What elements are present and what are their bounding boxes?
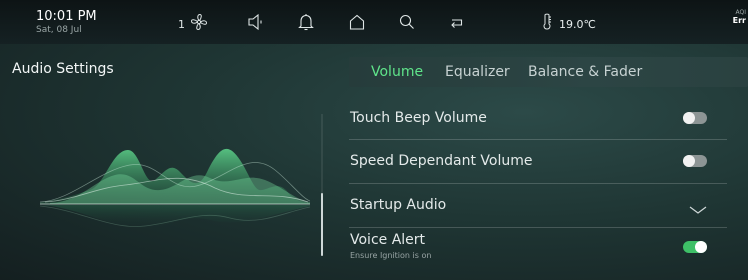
tab-volume[interactable]: Volume xyxy=(371,64,423,80)
setting-row-voice-alert[interactable]: Voice Alert Ensure Ignition is on xyxy=(349,228,724,272)
audio-waveform-illustration xyxy=(39,140,311,245)
status-bar: 10:01 PM Sat, 08 Jul 1 19.0℃ AQI Err xyxy=(0,0,748,44)
home-icon[interactable] xyxy=(347,12,367,32)
fan-speed-value: 1 xyxy=(178,17,185,31)
tab-bar: Volume Equalizer Balance & Fader xyxy=(349,57,748,87)
chevron-down-icon[interactable] xyxy=(689,200,707,214)
setting-sublabel: Ensure Ignition is on xyxy=(350,251,432,260)
setting-label: Voice Alert xyxy=(350,232,426,248)
temperature-value: 19.0℃ xyxy=(559,17,596,31)
setting-label: Speed Dependant Volume xyxy=(350,153,533,169)
speaker-icon[interactable] xyxy=(246,12,266,32)
clock-date: Sat, 08 Jul xyxy=(36,25,82,35)
return-icon[interactable] xyxy=(447,12,467,32)
bell-icon[interactable] xyxy=(296,12,316,32)
setting-row-touch-beep-volume[interactable]: Touch Beep Volume xyxy=(349,96,727,140)
aqi-label: AQI xyxy=(735,9,747,16)
setting-label: Touch Beep Volume xyxy=(350,110,487,126)
fan-icon xyxy=(189,12,209,36)
speed-dependant-volume-toggle[interactable] xyxy=(683,155,707,167)
aqi-value: Err xyxy=(732,16,746,25)
fan-control[interactable]: 1 xyxy=(178,12,209,36)
search-icon[interactable] xyxy=(397,12,417,32)
scroll-thumb[interactable] xyxy=(321,193,323,256)
clock-time: 10:01 PM xyxy=(36,9,97,24)
setting-row-startup-audio[interactable]: Startup Audio xyxy=(349,184,727,228)
setting-label: Startup Audio xyxy=(350,197,447,213)
aqi-indicator: AQI Err xyxy=(726,9,746,25)
touch-beep-toggle[interactable] xyxy=(683,112,707,124)
tab-balance-fader[interactable]: Balance & Fader xyxy=(528,64,642,80)
tab-equalizer[interactable]: Equalizer xyxy=(445,64,510,80)
page-title: Audio Settings xyxy=(12,61,114,77)
setting-row-speed-dependant-volume[interactable]: Speed Dependant Volume xyxy=(349,140,727,184)
cabin-temperature[interactable]: 19.0℃ xyxy=(541,12,596,36)
thermometer-icon xyxy=(541,12,553,36)
voice-alert-toggle[interactable] xyxy=(683,241,707,253)
